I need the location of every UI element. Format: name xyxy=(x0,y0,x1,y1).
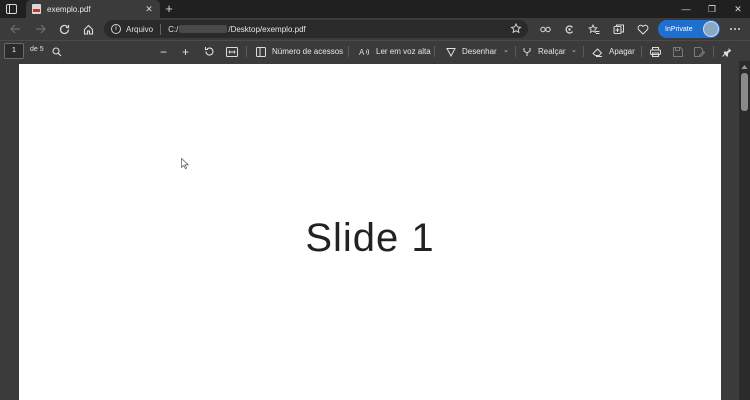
page-view-label: Número de acessos xyxy=(272,47,344,56)
arrow-left-icon xyxy=(9,24,20,34)
rotate-button[interactable] xyxy=(204,44,221,59)
url-suffix: /Desktop/exemplo.pdf xyxy=(228,24,306,34)
read-aloud-icon: A xyxy=(359,48,370,57)
save-as-icon xyxy=(694,46,705,57)
draw-button[interactable]: Desenhar xyxy=(446,44,497,59)
profile-avatar[interactable] xyxy=(703,21,719,37)
star-plus-icon xyxy=(510,22,522,34)
forward-button[interactable] xyxy=(32,21,48,37)
page-count-label: de 5 xyxy=(30,46,44,53)
arrow-right-icon xyxy=(35,24,46,34)
toolbar-divider xyxy=(641,46,642,57)
pin-icon xyxy=(722,47,732,57)
toolbar-divider xyxy=(713,46,714,57)
read-aloud-label: Ler em voz alta xyxy=(376,47,431,56)
tab-actions-icon xyxy=(5,4,17,14)
new-tab-button[interactable]: + xyxy=(162,1,176,17)
print-icon xyxy=(650,46,661,57)
pdf-favicon-icon xyxy=(32,4,41,14)
fit-page-button[interactable] xyxy=(226,44,244,59)
site-info-icon[interactable]: i xyxy=(111,24,121,34)
collections-button[interactable] xyxy=(611,21,627,37)
home-icon xyxy=(83,24,93,35)
settings-more-button[interactable] xyxy=(727,21,743,37)
title-bar: exemplo.pdf ✕ + — ❐ ✕ xyxy=(0,0,750,18)
redacted-path-segment xyxy=(179,25,228,33)
favorite-star-button[interactable] xyxy=(510,22,522,36)
minimize-button[interactable]: — xyxy=(674,0,698,18)
browser-tab[interactable]: exemplo.pdf ✕ xyxy=(26,0,160,18)
mouse-cursor-icon xyxy=(181,158,189,169)
page-view-icon xyxy=(256,46,266,57)
highlight-options-chevron-down-icon[interactable]: ⌄ xyxy=(571,46,577,54)
draw-options-chevron-down-icon[interactable]: ⌄ xyxy=(503,46,509,54)
vertical-scrollbar[interactable] xyxy=(739,61,750,400)
inprivate-badge[interactable]: InPrivate xyxy=(658,20,720,38)
glasses-icon xyxy=(539,26,551,32)
slide-title: Slide 1 xyxy=(305,216,435,260)
zoom-in-button[interactable]: + xyxy=(182,44,189,59)
tab-actions-button[interactable] xyxy=(4,3,18,15)
restore-button[interactable]: ❐ xyxy=(700,0,724,18)
save-icon xyxy=(673,46,683,57)
browser-essentials-button[interactable] xyxy=(635,21,651,37)
draw-pen-icon xyxy=(446,47,456,57)
pin-toolbar-button[interactable] xyxy=(722,44,738,59)
extension-icon xyxy=(565,24,573,34)
eraser-icon xyxy=(592,47,603,57)
search-button[interactable] xyxy=(52,44,68,59)
toolbar-divider xyxy=(246,46,247,57)
more-horizontal-icon xyxy=(730,28,740,30)
extension-button-1[interactable] xyxy=(537,21,553,37)
save-button[interactable] xyxy=(673,44,689,59)
erase-label: Apagar xyxy=(609,47,635,56)
pdf-toolbar: 1 de 5 − + Número de acessos A Ler em vo… xyxy=(0,40,750,61)
site-info-label[interactable]: Arquivo xyxy=(126,25,153,34)
close-window-button[interactable]: ✕ xyxy=(726,0,750,18)
tab-title: exemplo.pdf xyxy=(47,4,91,14)
save-as-button[interactable] xyxy=(694,44,711,59)
scroll-up-arrow-icon[interactable] xyxy=(741,64,748,70)
scrollbar-thumb[interactable] xyxy=(741,73,748,111)
print-button[interactable] xyxy=(650,44,667,59)
search-icon xyxy=(52,46,62,56)
read-aloud-button[interactable]: A Ler em voz alta xyxy=(359,44,431,59)
highlight-label: Realçar xyxy=(538,47,566,56)
extension-button-2[interactable] xyxy=(561,21,577,37)
navigation-bar: i Arquivo C:/ /Desktop/exemplo.pdf InPri… xyxy=(0,18,750,40)
toolbar-divider xyxy=(434,46,435,57)
favorites-button[interactable] xyxy=(586,21,602,37)
pdf-page[interactable]: Slide 1 xyxy=(19,64,721,400)
collections-icon xyxy=(613,24,624,34)
toolbar-divider xyxy=(348,46,349,57)
back-button[interactable] xyxy=(7,21,23,37)
address-separator xyxy=(160,23,162,35)
page-number-input[interactable]: 1 xyxy=(4,43,24,59)
inprivate-label: InPrivate xyxy=(665,25,693,33)
rotate-icon xyxy=(204,47,214,56)
zoom-out-button[interactable]: − xyxy=(160,44,167,59)
toolbar-divider xyxy=(515,46,516,57)
favorites-list-icon xyxy=(588,23,600,34)
highlight-button[interactable]: Realçar xyxy=(522,44,566,59)
tab-close-button[interactable]: ✕ xyxy=(144,4,154,15)
pdf-viewer-area[interactable]: Slide 1 xyxy=(0,61,750,400)
heart-pulse-icon xyxy=(637,24,649,35)
draw-label: Desenhar xyxy=(462,47,497,56)
home-button[interactable] xyxy=(80,21,96,37)
svg-text:A: A xyxy=(359,48,365,57)
refresh-icon xyxy=(59,24,69,34)
highlighter-icon xyxy=(523,47,531,56)
toolbar-divider xyxy=(583,46,584,57)
address-bar[interactable]: i Arquivo C:/ /Desktop/exemplo.pdf xyxy=(104,20,528,38)
url-prefix: C:/ xyxy=(168,24,179,34)
page-view-button[interactable]: Número de acessos xyxy=(256,44,343,59)
fit-page-icon xyxy=(226,46,238,57)
erase-button[interactable]: Apagar xyxy=(592,44,635,59)
refresh-button[interactable] xyxy=(56,21,72,37)
